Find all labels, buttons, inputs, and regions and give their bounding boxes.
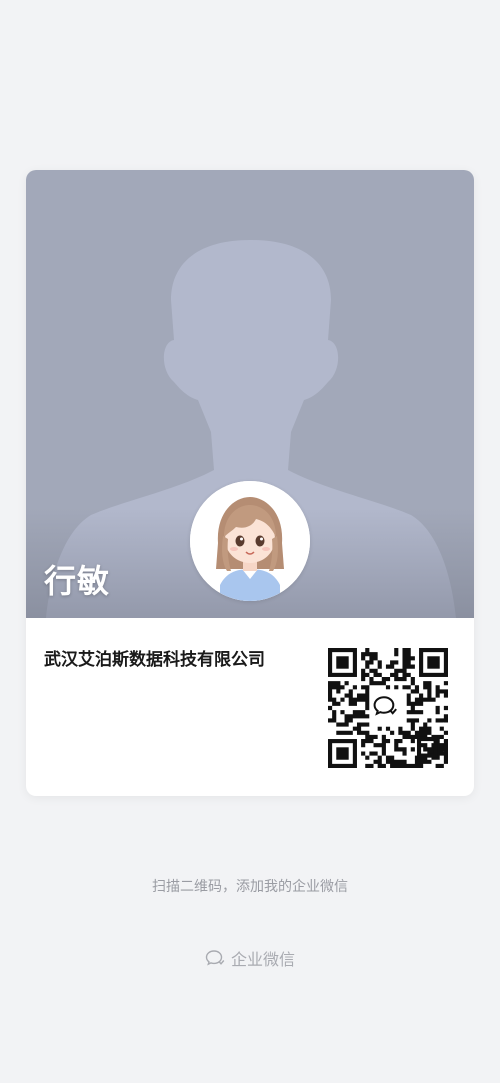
brand-label: 企业微信 <box>230 950 295 969</box>
scan-hint: 扫描二维码，添加我的企业微信 <box>152 879 348 895</box>
avatar[interactable] <box>190 481 310 601</box>
contact-name: 行敏 <box>44 562 111 600</box>
business-card: 行敏 武汉艾泊斯数据科技有限公司 <box>26 170 474 796</box>
wecom-logo-icon <box>205 950 225 966</box>
company-name: 武汉艾泊斯数据科技有限公司 <box>44 650 265 670</box>
brand-footer: 企业微信 <box>0 946 500 971</box>
wecom-qr-code[interactable] <box>328 648 448 768</box>
cartoon-girl-avatar-icon <box>190 481 310 601</box>
